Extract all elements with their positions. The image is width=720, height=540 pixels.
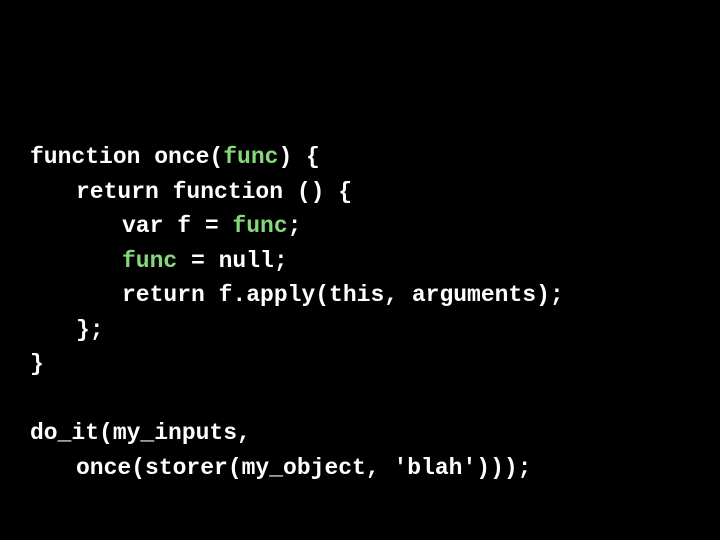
identifier-highlight: func <box>223 144 278 170</box>
code-text: }; <box>76 317 104 343</box>
code-text: = null; <box>177 248 287 274</box>
code-text: } <box>30 351 44 377</box>
code-line: func = null; <box>30 244 690 279</box>
code-text: var f = <box>122 213 232 239</box>
code-block: function once(func) {return function () … <box>30 140 690 485</box>
code-line: do_it(my_inputs, <box>30 416 690 451</box>
code-line: } <box>30 347 690 382</box>
code-text: return function () { <box>76 179 352 205</box>
code-line: return f.apply(this, arguments); <box>30 278 690 313</box>
code-line: }; <box>30 313 690 348</box>
code-text: do_it(my_inputs, <box>30 420 251 446</box>
code-slide: function once(func) {return function () … <box>0 0 720 540</box>
code-line: function once(func) { <box>30 140 690 175</box>
code-line: return function () { <box>30 175 690 210</box>
code-text: ; <box>288 213 302 239</box>
identifier-highlight: func <box>232 213 287 239</box>
code-line <box>30 382 690 417</box>
code-text: function once( <box>30 144 223 170</box>
identifier-highlight: func <box>122 248 177 274</box>
code-text: ) { <box>278 144 319 170</box>
code-line: once(storer(my_object, 'blah'))); <box>30 451 690 486</box>
code-line: var f = func; <box>30 209 690 244</box>
code-text: once(storer(my_object, 'blah'))); <box>76 455 531 481</box>
code-text: return f.apply(this, arguments); <box>122 282 564 308</box>
